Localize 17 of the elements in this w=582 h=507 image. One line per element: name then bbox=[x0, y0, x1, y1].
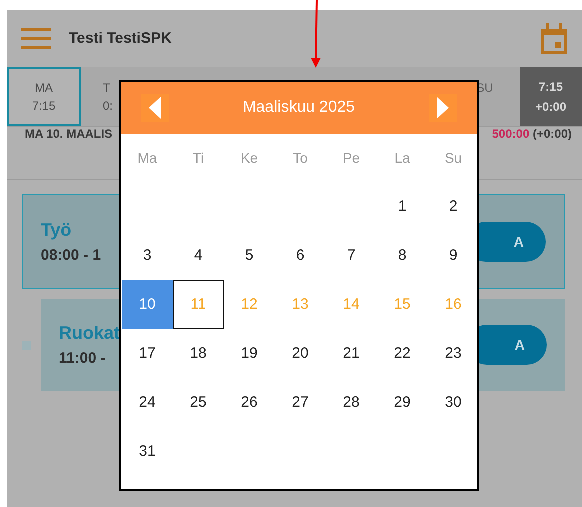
user-name: Testi TestiSPK bbox=[69, 30, 173, 47]
weekday-label: Ti bbox=[192, 149, 206, 168]
entry-title: Työ bbox=[41, 220, 72, 240]
month-title: Maaliskuu 2025 bbox=[242, 99, 356, 117]
total-hours: 500:00 bbox=[492, 127, 530, 141]
date-label: MA 10. MAALIS bbox=[25, 127, 113, 141]
entry-time: 08:00 - 1 bbox=[41, 246, 102, 264]
entry-time: 11:00 - bbox=[59, 350, 106, 367]
balance: (+0:00) bbox=[532, 127, 572, 141]
weekday-label: La bbox=[394, 149, 412, 168]
weekday-label: To bbox=[292, 149, 309, 168]
week-total: 7:15 +0:00 bbox=[520, 67, 582, 126]
entry-title: Ruokat bbox=[59, 323, 120, 344]
weekday-label: Pe bbox=[342, 149, 362, 168]
weekday-label: Ma bbox=[136, 149, 158, 168]
weekday-label: Su bbox=[444, 149, 464, 168]
weekday-label: Ke bbox=[240, 149, 260, 168]
